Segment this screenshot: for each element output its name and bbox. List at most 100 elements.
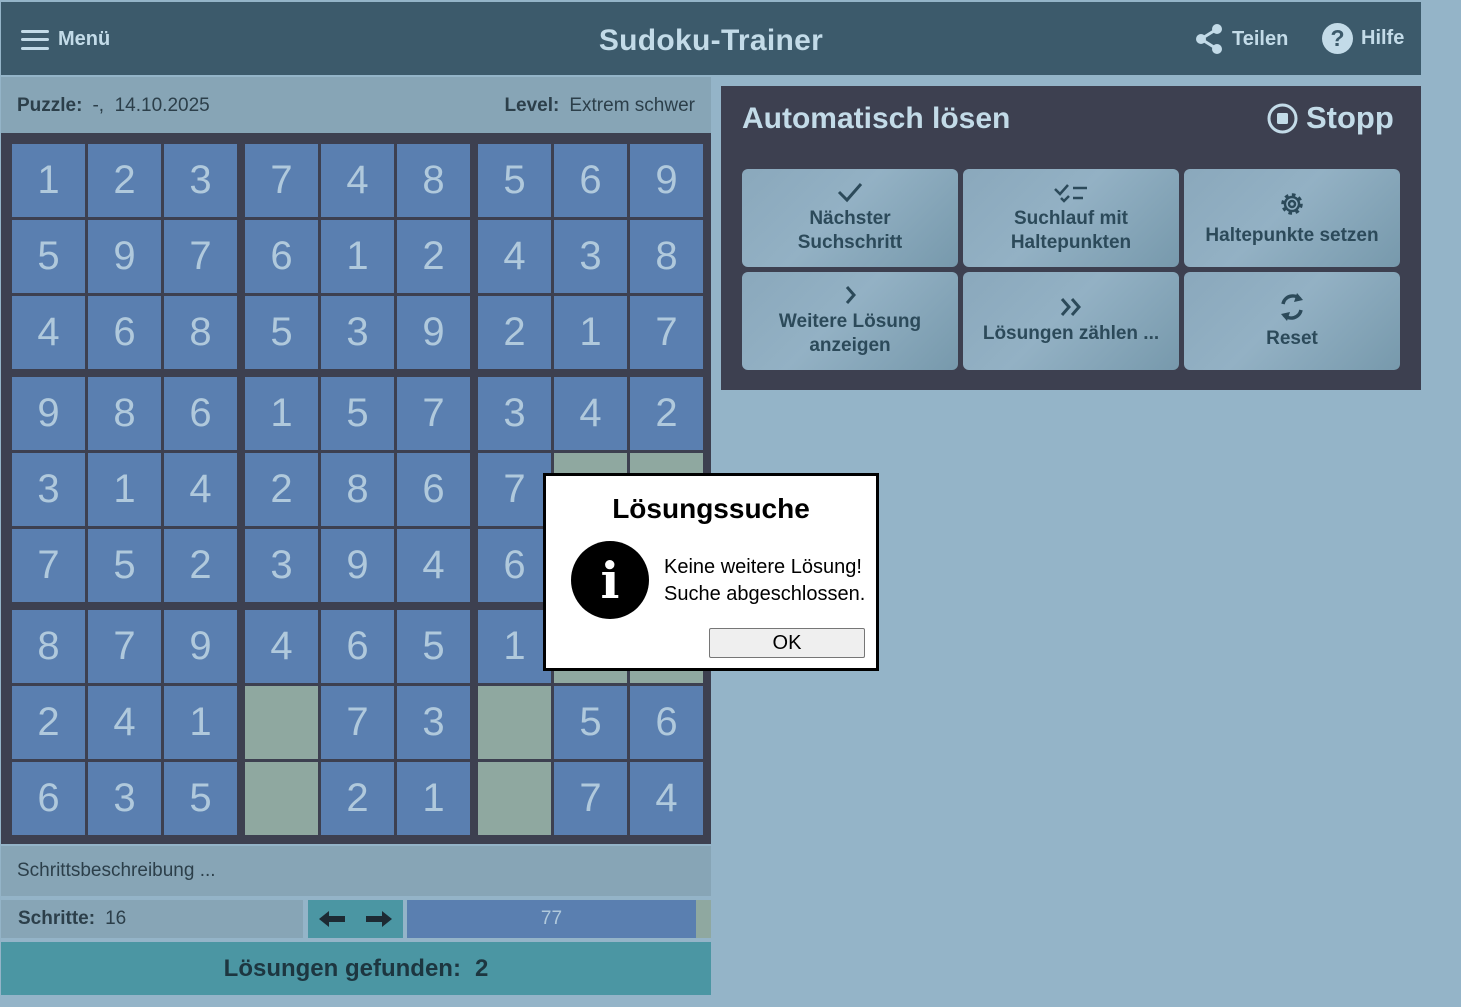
level-value: Extrem schwer — [569, 95, 695, 116]
sudoku-cell[interactable]: 6 — [88, 296, 161, 369]
sudoku-cell[interactable]: 1 — [12, 144, 85, 217]
sudoku-cell[interactable]: 1 — [164, 686, 237, 759]
help-button[interactable]: ? Hilfe — [1322, 23, 1404, 54]
sudoku-cell[interactable]: 6 — [397, 453, 470, 526]
sudoku-cell[interactable]: 1 — [554, 296, 627, 369]
sudoku-cell[interactable]: 8 — [321, 453, 394, 526]
set-breakpoints-button[interactable]: Haltepunkte setzen — [1184, 169, 1400, 267]
sudoku-cell[interactable]: 5 — [478, 144, 551, 217]
sudoku-cell[interactable]: 8 — [164, 296, 237, 369]
sudoku-cell[interactable]: 6 — [554, 144, 627, 217]
share-button[interactable]: Teilen — [1194, 23, 1288, 55]
sudoku-cell[interactable]: 4 — [397, 529, 470, 602]
sudoku-cell[interactable]: 4 — [630, 762, 703, 835]
sudoku-cell[interactable] — [478, 686, 551, 759]
dialog-message-line: Keine weitere Lösung! — [664, 556, 862, 578]
sudoku-cell[interactable] — [245, 762, 318, 835]
sudoku-cell[interactable]: 3 — [12, 453, 85, 526]
sudoku-cell[interactable]: 7 — [630, 296, 703, 369]
sudoku-cell[interactable]: 7 — [88, 610, 161, 683]
sudoku-cell[interactable]: 1 — [88, 453, 161, 526]
sudoku-cell[interactable]: 4 — [12, 296, 85, 369]
show-next-solution-button[interactable]: Weitere Lösung anzeigen — [742, 272, 958, 370]
tile-label: Suchlauf mit — [1013, 208, 1128, 229]
sudoku-cell[interactable]: 9 — [630, 144, 703, 217]
sudoku-cell[interactable]: 3 — [88, 762, 161, 835]
sudoku-cell[interactable]: 2 — [245, 453, 318, 526]
sudoku-cell[interactable]: 5 — [245, 296, 318, 369]
sudoku-cell[interactable]: 7 — [164, 220, 237, 293]
sudoku-cell[interactable]: 2 — [397, 220, 470, 293]
puzzle-label: Puzzle: — [17, 95, 83, 116]
sudoku-cell[interactable]: 1 — [321, 220, 394, 293]
sudoku-cell[interactable]: 5 — [554, 686, 627, 759]
sudoku-cell[interactable] — [478, 762, 551, 835]
sudoku-cell[interactable]: 1 — [397, 762, 470, 835]
step-back-button[interactable] — [308, 900, 356, 938]
sudoku-cell[interactable]: 6 — [630, 686, 703, 759]
sudoku-cell[interactable]: 5 — [164, 762, 237, 835]
sudoku-cell[interactable]: 9 — [88, 220, 161, 293]
sudoku-cell[interactable]: 5 — [397, 610, 470, 683]
sudoku-cell[interactable]: 1 — [245, 377, 318, 450]
sudoku-cell[interactable]: 4 — [321, 144, 394, 217]
sudoku-cell[interactable]: 9 — [321, 529, 394, 602]
sudoku-cell[interactable]: 7 — [554, 762, 627, 835]
sudoku-cell[interactable]: 4 — [164, 453, 237, 526]
stop-button[interactable]: Stopp — [1267, 100, 1394, 136]
sudoku-cell[interactable]: 6 — [164, 377, 237, 450]
count-solutions-button[interactable]: Lösungen zählen ... — [963, 272, 1179, 370]
sudoku-cell[interactable]: 6 — [245, 220, 318, 293]
share-label: Teilen — [1232, 27, 1289, 50]
step-navigation — [308, 900, 403, 938]
sudoku-cell[interactable]: 7 — [321, 686, 394, 759]
sudoku-cell[interactable]: 3 — [397, 686, 470, 759]
sudoku-cell[interactable]: 2 — [164, 529, 237, 602]
steps-value: 16 — [105, 908, 127, 929]
sudoku-cell[interactable]: 7 — [12, 529, 85, 602]
sudoku-cell[interactable]: 5 — [321, 377, 394, 450]
solutions-label: Lösungen gefunden: — [223, 955, 461, 982]
sudoku-cell[interactable]: 4 — [245, 610, 318, 683]
dialog-message: Keine weitere Lösung! Suche abgeschlosse… — [664, 554, 865, 608]
progress-value: 77 — [540, 908, 563, 929]
sudoku-cell[interactable]: 4 — [554, 377, 627, 450]
sudoku-cell[interactable]: 7 — [397, 377, 470, 450]
sudoku-cell[interactable]: 8 — [630, 220, 703, 293]
sudoku-cell[interactable]: 2 — [88, 144, 161, 217]
arrow-left-icon — [318, 911, 345, 927]
sudoku-cell[interactable]: 3 — [554, 220, 627, 293]
sudoku-cell[interactable]: 3 — [164, 144, 237, 217]
sudoku-cell[interactable]: 3 — [321, 296, 394, 369]
sudoku-cell[interactable]: 8 — [397, 144, 470, 217]
sudoku-cell[interactable]: 1 — [478, 610, 551, 683]
sudoku-cell[interactable]: 9 — [164, 610, 237, 683]
sudoku-cell[interactable]: 6 — [321, 610, 394, 683]
sudoku-cell[interactable]: 2 — [321, 762, 394, 835]
sudoku-cell[interactable]: 2 — [478, 296, 551, 369]
sudoku-cell[interactable] — [245, 686, 318, 759]
sudoku-cell[interactable]: 2 — [12, 686, 85, 759]
sudoku-cell[interactable]: 6 — [12, 762, 85, 835]
sudoku-cell[interactable]: 6 — [478, 529, 551, 602]
share-icon — [1196, 24, 1222, 54]
sudoku-cell[interactable]: 7 — [478, 453, 551, 526]
sudoku-cell[interactable]: 7 — [245, 144, 318, 217]
sudoku-cell[interactable]: 3 — [478, 377, 551, 450]
sudoku-cell[interactable]: 5 — [12, 220, 85, 293]
sudoku-cell[interactable]: 2 — [630, 377, 703, 450]
search-with-breakpoints-button[interactable]: Suchlauf mit Haltepunkten — [963, 169, 1179, 267]
sudoku-cell[interactable]: 9 — [12, 377, 85, 450]
sudoku-cell[interactable]: 3 — [245, 529, 318, 602]
help-label: Hilfe — [1361, 27, 1405, 49]
sudoku-cell[interactable]: 4 — [88, 686, 161, 759]
sudoku-cell[interactable]: 4 — [478, 220, 551, 293]
sudoku-cell[interactable]: 8 — [12, 610, 85, 683]
step-forward-button[interactable] — [356, 900, 404, 938]
ok-button[interactable]: OK — [709, 628, 865, 658]
sudoku-cell[interactable]: 5 — [88, 529, 161, 602]
next-search-step-button[interactable]: Nächster Suchschritt — [742, 169, 958, 267]
sudoku-cell[interactable]: 8 — [88, 377, 161, 450]
sudoku-cell[interactable]: 9 — [397, 296, 470, 369]
reset-button[interactable]: Reset — [1184, 272, 1400, 370]
